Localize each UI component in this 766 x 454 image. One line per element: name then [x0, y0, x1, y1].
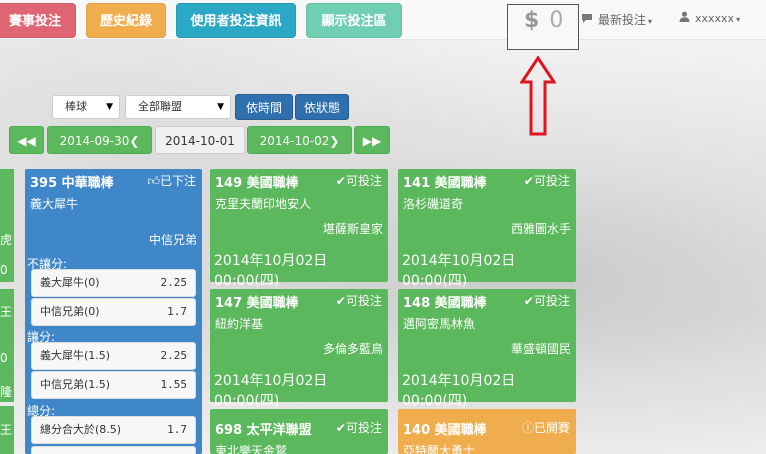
game-status: ✔︎可投注 — [523, 294, 570, 308]
caret-down-icon: ▼ — [106, 102, 113, 112]
balance-box: $0 — [507, 4, 579, 50]
check-circle-icon: ✔︎ — [335, 174, 346, 188]
caret-down-icon: ▼ — [217, 102, 224, 112]
show-bet-area-button[interactable]: 顯示投注區 — [306, 3, 402, 38]
current-date: 2014-10-01 — [155, 126, 245, 154]
last-page-button[interactable]: ▶▶ — [354, 126, 390, 154]
sort-by-time-button[interactable]: 依時間 — [235, 94, 293, 120]
first-page-button[interactable]: ◀◀ — [9, 126, 44, 154]
league-select[interactable]: 全部聯盟 ▼ — [125, 95, 231, 119]
check-circle-icon: ✔︎ — [335, 421, 346, 435]
game-card[interactable]: 147 美國職棒 ✔︎可投注 紐約洋基 多倫多藍鳥 2014年10月02日 00… — [210, 289, 388, 409]
top-navbar: 賽事投注 歷史紀錄 使用者投注資訊 顯示投注區 最新投注 ▾ xxxxxx ▾ — [0, 0, 766, 40]
username-label: xxxxxx — [695, 12, 735, 25]
game-card[interactable]: 698 太平洋聯盟 ✔︎可投注 東北樂天金鷲 — [210, 409, 388, 454]
caret-down-icon: ▾ — [736, 15, 741, 24]
thumbs-up-icon: 👍︎ — [147, 174, 160, 188]
away-team: 西雅圖水手 — [510, 222, 571, 236]
game-time: 2014年10月02日 00:00(四) — [402, 373, 516, 409]
game-title: 149 美國職棒 — [215, 176, 299, 191]
odds-option[interactable]: 總分合大於(8.5) 1.7 — [31, 416, 196, 444]
home-team: 義大犀牛 — [30, 197, 79, 211]
prev-date-label: 2014-09-30 — [59, 134, 130, 148]
stub-text: 虎 — [0, 233, 13, 247]
game-status: ✔︎可投注 — [335, 294, 382, 308]
league-select-value: 全部聯盟 — [138, 100, 182, 113]
user-menu[interactable]: xxxxxx ▾ — [679, 11, 740, 25]
game-title: 698 太平洋聯盟 — [215, 423, 312, 438]
game-status: ✔︎可投注 — [335, 421, 382, 435]
sort-by-status-button[interactable]: 依狀態 — [295, 94, 349, 120]
latest-bets-label: 最新投注 — [598, 13, 647, 27]
partial-card[interactable]: 王 0 隆 — [0, 289, 14, 402]
away-team: 堪薩斯皇家 — [322, 222, 383, 236]
user-icon — [679, 11, 690, 25]
stub-text: 王 — [0, 423, 13, 437]
game-title: 147 美國職棒 — [215, 296, 299, 311]
partial-card[interactable]: 虎 0 — [0, 169, 14, 282]
home-team: 邁阿密馬林魚 — [403, 317, 476, 331]
game-card-started[interactable]: 140 美國職棒 ⓘ已開賽 亞特蘭大勇士 — [398, 409, 576, 454]
away-team: 華盛頓國民 — [510, 342, 571, 356]
balance-value: 0 — [549, 8, 564, 33]
odds-option[interactable]: 義大犀牛(0) 2.25 — [31, 269, 196, 297]
double-chevron-right-icon: ▶▶ — [362, 134, 382, 148]
game-card-placed[interactable]: 395 中華職棒 👍︎已下注 義大犀牛 中信兄弟 不讓分: 義大犀牛(0) 2.2… — [25, 169, 202, 454]
away-team: 中信兄弟 — [148, 233, 197, 247]
chevron-left-icon: ❮ — [129, 134, 140, 148]
next-date-label: 2014-10-02 — [259, 134, 330, 148]
odds-option[interactable]: 義大犀牛(1.5) 2.25 — [31, 342, 196, 370]
caret-down-icon: ▾ — [648, 17, 653, 26]
odds-option[interactable] — [31, 446, 196, 454]
game-status: 👍︎已下注 — [147, 174, 196, 188]
game-time: 2014年10月02日 00:00(四) — [402, 253, 516, 289]
stub-text: 0 — [0, 263, 8, 277]
game-time: 2014年10月02日 00:00(四) — [214, 253, 328, 289]
game-status: ✔︎可投注 — [523, 174, 570, 188]
home-team: 洛杉磯道奇 — [403, 197, 464, 211]
game-status: ✔︎可投注 — [335, 174, 382, 188]
home-team: 亞特蘭大勇士 — [403, 444, 476, 454]
home-team: 東北樂天金鷲 — [215, 444, 288, 454]
next-date-button[interactable]: 2014-10-02❯ — [247, 126, 352, 154]
latest-bets-menu[interactable]: 最新投注 ▾ — [581, 11, 652, 28]
home-team: 紐約洋基 — [215, 317, 264, 331]
game-title: 140 美國職棒 — [403, 423, 487, 438]
game-title: 141 美國職棒 — [403, 176, 487, 191]
history-button[interactable]: 歷史紀錄 — [86, 3, 166, 38]
game-card[interactable]: 149 美國職棒 ✔︎可投注 克里夫蘭印地安人 堪薩斯皇家 2014年10月02… — [210, 169, 388, 289]
partial-card[interactable]: 王 — [0, 406, 14, 454]
game-title: 395 中華職棒 — [30, 176, 114, 191]
check-circle-icon: ✔︎ — [523, 294, 534, 308]
sport-select[interactable]: 棒球 ▼ — [52, 95, 120, 119]
game-status: ⓘ已開賽 — [521, 421, 570, 435]
dollar-sign: $ — [524, 8, 540, 33]
stub-text: 隆 — [0, 385, 13, 399]
stub-text: 0 — [0, 351, 8, 365]
check-circle-icon: ✔︎ — [523, 174, 534, 188]
away-team: 多倫多藍鳥 — [322, 342, 383, 356]
chevron-right-icon: ❯ — [329, 134, 340, 148]
stub-text: 王 — [0, 305, 13, 319]
info-icon: ⓘ — [521, 421, 534, 435]
game-title: 148 美國職棒 — [403, 296, 487, 311]
game-time: 2014年10月02日 00:00(四) — [214, 373, 328, 409]
prev-date-button[interactable]: 2014-09-30❮ — [47, 126, 152, 154]
check-circle-icon: ✔︎ — [335, 294, 346, 308]
game-card[interactable]: 141 美國職棒 ✔︎可投注 洛杉磯道奇 西雅圖水手 2014年10月02日 0… — [398, 169, 576, 289]
sport-select-value: 棒球 — [65, 100, 87, 113]
annotation-arrow-icon — [520, 56, 556, 136]
double-chevron-left-icon: ◀◀ — [17, 134, 36, 148]
odds-option[interactable]: 中信兄弟(0) 1.7 — [31, 298, 196, 326]
game-card[interactable]: 148 美國職棒 ✔︎可投注 邁阿密馬林魚 華盛頓國民 2014年10月02日 … — [398, 289, 576, 409]
user-bet-info-button[interactable]: 使用者投注資訊 — [176, 3, 296, 38]
odds-option[interactable]: 中信兄弟(1.5) 1.55 — [31, 371, 196, 399]
home-team: 克里夫蘭印地安人 — [215, 197, 312, 211]
event-bet-button[interactable]: 賽事投注 — [0, 3, 76, 38]
comment-icon — [581, 13, 593, 27]
